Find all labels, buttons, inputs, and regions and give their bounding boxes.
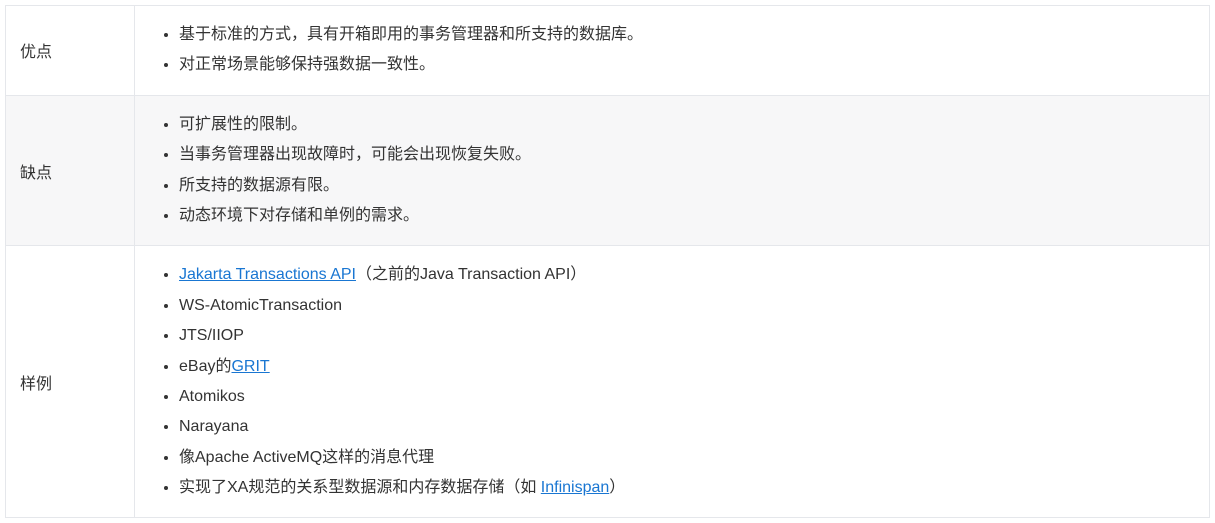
- item-list: 可扩展性的限制。当事务管理器出现故障时，可能会出现恢复失败。所支持的数据源有限。…: [149, 110, 1195, 232]
- row-label: 缺点: [6, 95, 135, 246]
- comparison-table: 优点基于标准的方式，具有开箱即用的事务管理器和所支持的数据库。对正常场景能够保持…: [5, 5, 1210, 518]
- content-text: JTS/IIOP: [179, 327, 244, 344]
- content-text: Atomikos: [179, 388, 245, 405]
- table-row: 优点基于标准的方式，具有开箱即用的事务管理器和所支持的数据库。对正常场景能够保持…: [6, 6, 1210, 96]
- content-text: eBay的: [179, 358, 231, 375]
- content-link[interactable]: GRIT: [231, 358, 269, 375]
- row-content: 可扩展性的限制。当事务管理器出现故障时，可能会出现恢复失败。所支持的数据源有限。…: [135, 95, 1210, 246]
- content-link[interactable]: Infinispan: [541, 479, 610, 496]
- content-text: 当事务管理器出现故障时，可能会出现恢复失败。: [179, 146, 531, 163]
- table-row: 缺点可扩展性的限制。当事务管理器出现故障时，可能会出现恢复失败。所支持的数据源有…: [6, 95, 1210, 246]
- list-item: 像Apache ActiveMQ这样的消息代理: [179, 443, 1195, 473]
- content-text: 实现了XA规范的关系型数据源和内存数据存储（如: [179, 479, 541, 496]
- list-item: 动态环境下对存储和单例的需求。: [179, 201, 1195, 231]
- content-text: Narayana: [179, 418, 248, 435]
- list-item: 可扩展性的限制。: [179, 110, 1195, 140]
- list-item: Atomikos: [179, 382, 1195, 412]
- table-row: 样例 Jakarta Transactions API（之前的Java Trans…: [6, 246, 1210, 518]
- list-item: Narayana: [179, 412, 1195, 442]
- item-list: 基于标准的方式，具有开箱即用的事务管理器和所支持的数据库。对正常场景能够保持强数…: [149, 20, 1195, 81]
- content-text: 可扩展性的限制。: [179, 116, 307, 133]
- row-content: 基于标准的方式，具有开箱即用的事务管理器和所支持的数据库。对正常场景能够保持强数…: [135, 6, 1210, 96]
- row-label: 优点: [6, 6, 135, 96]
- content-text: 基于标准的方式，具有开箱即用的事务管理器和所支持的数据库。: [179, 26, 643, 43]
- content-text: 对正常场景能够保持强数据一致性。: [179, 56, 435, 73]
- list-item: eBay的GRIT: [179, 352, 1195, 382]
- row-label: 样例: [6, 246, 135, 518]
- list-item: 对正常场景能够保持强数据一致性。: [179, 50, 1195, 80]
- content-text: 所支持的数据源有限。: [179, 177, 339, 194]
- row-content: Jakarta Transactions API（之前的Java Transac…: [135, 246, 1210, 518]
- content-text: WS-AtomicTransaction: [179, 297, 342, 314]
- list-item: Jakarta Transactions API（之前的Java Transac…: [179, 260, 1195, 290]
- list-item: 基于标准的方式，具有开箱即用的事务管理器和所支持的数据库。: [179, 20, 1195, 50]
- list-item: JTS/IIOP: [179, 321, 1195, 351]
- content-text: 动态环境下对存储和单例的需求。: [179, 207, 419, 224]
- list-item: 当事务管理器出现故障时，可能会出现恢复失败。: [179, 140, 1195, 170]
- list-item: 所支持的数据源有限。: [179, 171, 1195, 201]
- item-list: Jakarta Transactions API（之前的Java Transac…: [149, 260, 1195, 503]
- list-item: WS-AtomicTransaction: [179, 291, 1195, 321]
- content-link[interactable]: Jakarta Transactions API: [179, 266, 356, 283]
- content-text: ）: [609, 479, 625, 496]
- content-text: （之前的Java Transaction API）: [356, 266, 586, 283]
- content-text: 像Apache ActiveMQ这样的消息代理: [179, 449, 434, 466]
- list-item: 实现了XA规范的关系型数据源和内存数据存储（如 Infinispan）: [179, 473, 1195, 503]
